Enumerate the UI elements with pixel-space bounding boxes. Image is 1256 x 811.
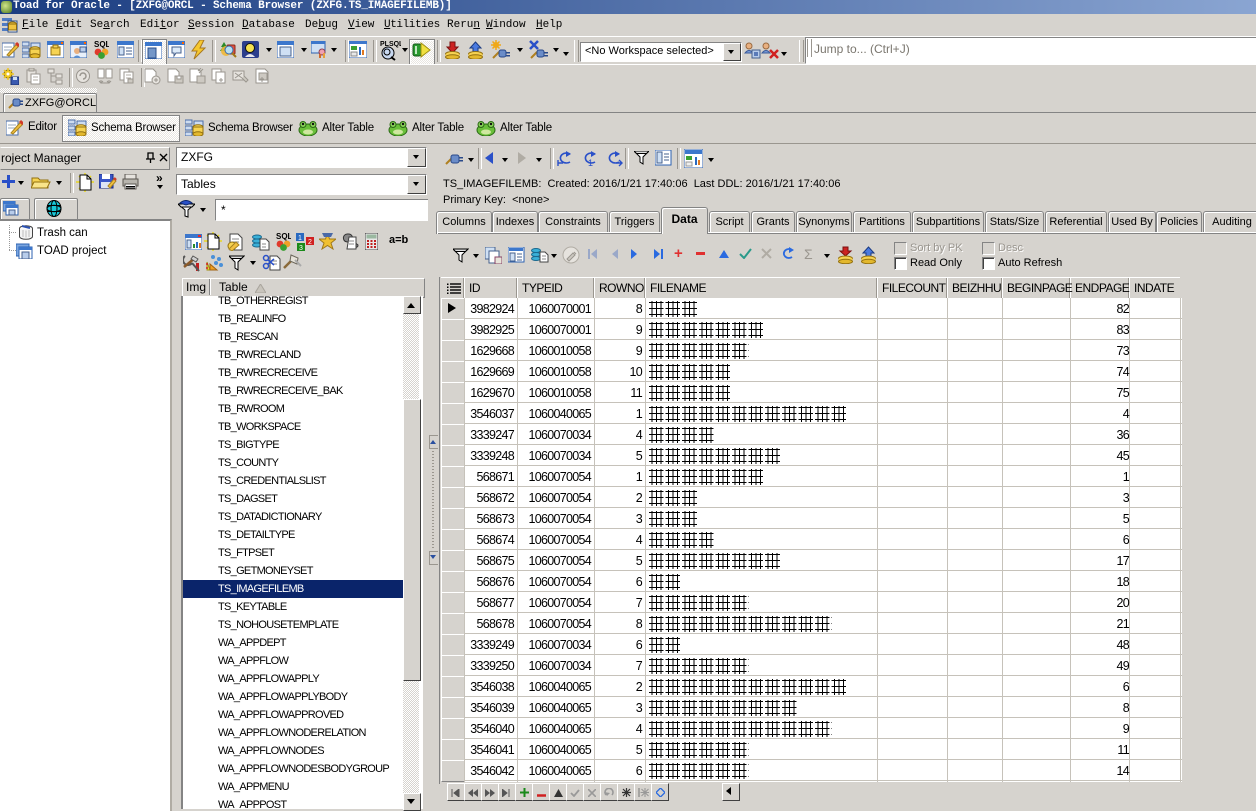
svg-text:SQL: SQL: [276, 232, 291, 241]
svg-text:SQL: SQL: [94, 40, 109, 49]
svg-text:2: 2: [308, 239, 312, 246]
svg-text:PLSQL: PLSQL: [380, 41, 401, 48]
svg-text:1: 1: [298, 235, 302, 242]
svg-text:1: 1: [588, 158, 593, 167]
svg-text:3: 3: [299, 245, 303, 251]
